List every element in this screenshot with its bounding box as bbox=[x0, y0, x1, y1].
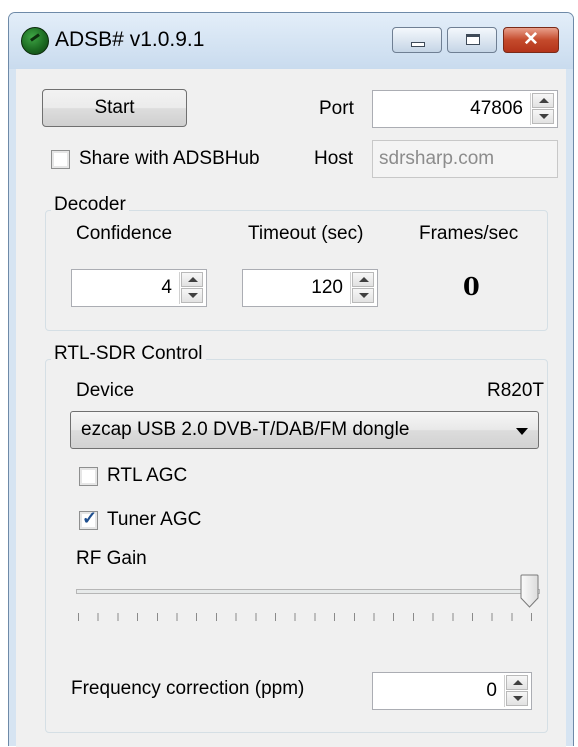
spin-down-icon[interactable] bbox=[181, 288, 203, 303]
confidence-value: 4 bbox=[161, 277, 172, 298]
freq-correction-value: 0 bbox=[486, 680, 497, 701]
window-title: ADSB# v1.0.9.1 bbox=[55, 28, 205, 51]
rtl-agc-checkbox[interactable] bbox=[79, 467, 98, 486]
decoder-group-title: Decoder bbox=[51, 194, 129, 216]
rf-gain-track[interactable] bbox=[76, 589, 540, 594]
share-checkbox[interactable] bbox=[51, 150, 70, 169]
chevron-down-icon[interactable] bbox=[516, 428, 528, 435]
spin-up-icon[interactable] bbox=[181, 272, 203, 287]
close-button[interactable]: ✕ bbox=[503, 27, 559, 53]
start-button[interactable]: Start bbox=[42, 89, 187, 127]
timeout-label: Timeout (sec) bbox=[248, 223, 364, 244]
app-globe-icon[interactable] bbox=[21, 27, 49, 55]
fps-value: 0 bbox=[463, 272, 480, 301]
minimize-button[interactable] bbox=[392, 27, 442, 53]
rtl-sdr-group-title: RTL-SDR Control bbox=[51, 343, 206, 365]
spin-up-icon[interactable] bbox=[352, 272, 374, 287]
port-value: 47806 bbox=[470, 98, 523, 119]
spin-down-icon[interactable] bbox=[532, 109, 554, 124]
device-label: Device bbox=[76, 380, 135, 401]
fps-label: Frames/sec bbox=[419, 223, 519, 244]
port-label: Port bbox=[319, 98, 354, 119]
host-input[interactable]: sdrsharp.com bbox=[372, 140, 558, 178]
tuner-type: R820T bbox=[487, 380, 545, 401]
spin-up-icon[interactable] bbox=[532, 93, 554, 108]
confidence-label: Confidence bbox=[76, 223, 173, 244]
maximize-icon bbox=[466, 34, 480, 45]
confidence-input[interactable]: 4 bbox=[71, 269, 207, 307]
minimize-icon bbox=[411, 42, 425, 47]
close-icon: ✕ bbox=[523, 29, 539, 50]
host-label: Host bbox=[314, 148, 354, 169]
app-window: ADSB# v1.0.9.1 ✕ Start Port 47806 Share … bbox=[8, 12, 574, 747]
spin-down-icon[interactable] bbox=[352, 288, 374, 303]
device-select[interactable]: ezcap USB 2.0 DVB-T/DAB/FM dongle bbox=[70, 411, 539, 449]
tuner-agc-label[interactable]: Tuner AGC bbox=[107, 509, 201, 531]
client-area: Start Port 47806 Share with ADSBHub Host… bbox=[16, 69, 566, 747]
timeout-input[interactable]: 120 bbox=[242, 269, 378, 307]
share-label[interactable]: Share with ADSBHub bbox=[79, 148, 260, 170]
confidence-spinner[interactable] bbox=[179, 272, 204, 304]
port-input[interactable]: 47806 bbox=[372, 90, 558, 128]
device-selected-value: ezcap USB 2.0 DVB-T/DAB/FM dongle bbox=[81, 419, 410, 440]
rf-gain-ticks bbox=[78, 613, 534, 621]
freq-correction-label: Frequency correction (ppm) bbox=[71, 678, 305, 699]
spin-down-icon[interactable] bbox=[506, 691, 528, 706]
title-bar[interactable]: ADSB# v1.0.9.1 ✕ bbox=[9, 13, 573, 69]
timeout-spinner[interactable] bbox=[350, 272, 375, 304]
freq-correction-input[interactable]: 0 bbox=[372, 672, 532, 710]
rf-gain-label: RF Gain bbox=[76, 548, 147, 569]
spin-up-icon[interactable] bbox=[506, 675, 528, 690]
rtl-agc-label[interactable]: RTL AGC bbox=[107, 465, 187, 487]
port-spinner[interactable] bbox=[530, 93, 555, 125]
tuner-agc-checkbox[interactable]: ✓ bbox=[79, 508, 98, 530]
check-icon: ✓ bbox=[82, 508, 98, 528]
host-value: sdrsharp.com bbox=[379, 148, 495, 169]
timeout-value: 120 bbox=[311, 277, 343, 298]
maximize-button[interactable] bbox=[447, 27, 497, 53]
freq-correction-spinner[interactable] bbox=[504, 675, 529, 707]
rf-gain-slider-thumb[interactable] bbox=[520, 574, 539, 608]
